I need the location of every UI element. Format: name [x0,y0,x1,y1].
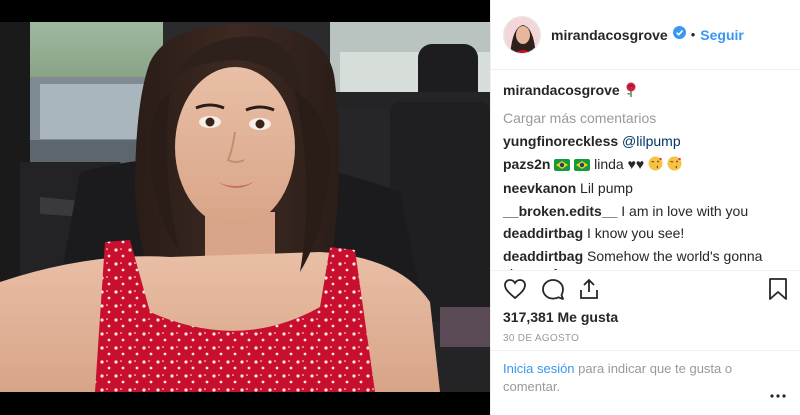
comment-username[interactable]: pazs2n [503,156,550,172]
comment-username[interactable]: deaddirtbag [503,248,583,264]
comment-item: yungfinoreckless @lilpump [503,132,789,150]
bookmark-icon[interactable] [767,277,789,306]
post-caption: mirandacosgrove [503,81,789,101]
avatar-image [504,16,540,53]
comment-text: linda ♥♥ [594,155,645,172]
action-bar [491,270,800,310]
comment-text[interactable]: @lilpump [622,133,681,149]
post-header: mirandacosgrove • Seguir [491,0,800,70]
comment-icon[interactable] [541,277,565,306]
share-icon[interactable] [577,277,601,306]
instagram-post: mirandacosgrove • Seguir mirandacosgrove [0,0,800,415]
post-details-panel: mirandacosgrove • Seguir mirandacosgrove [490,0,800,415]
comment-text: Lil pump [580,180,633,196]
brazil-flag-icon [554,157,571,175]
brazil-flag-icon [574,157,591,175]
kiss-face-icon [648,156,663,175]
rose-emoji-icon [624,82,638,101]
comment-username[interactable]: yungfinoreckless [503,133,618,149]
comment-username[interactable]: __broken.edits__ [503,203,617,219]
post-photo-frame [0,0,490,415]
header-username[interactable]: mirandacosgrove [551,27,668,43]
likes-count[interactable]: 317,381 Me gusta [503,309,618,325]
separator-dot: • [690,27,696,42]
more-options-icon[interactable] [770,385,786,403]
comment-item: neevkanon Lil pump [503,179,789,197]
avatar[interactable] [503,15,541,54]
comment-username[interactable]: neevkanon [503,180,576,196]
post-date: 30 DE AGOSTO [503,333,580,344]
heart-icon[interactable] [503,277,527,306]
selfie-illustration [0,22,490,392]
kiss-face-icon [667,156,682,175]
comment-text: I am in love with you [621,202,749,219]
caption-username[interactable]: mirandacosgrove [503,82,620,98]
login-link[interactable]: Inicia sesión [503,361,575,376]
load-more-comments[interactable]: Cargar más comentarios [503,109,789,127]
login-prompt: Inicia sesión para indicar que te gusta … [491,350,800,396]
verified-badge-icon [672,25,686,44]
comment-item: deaddirtbag Somehow the world's gonna ch… [503,247,789,272]
post-photo[interactable] [0,22,490,392]
comment-username[interactable]: deaddirtbag [503,225,583,241]
comment-item: deaddirtbag I know you see! [503,224,789,242]
comments-list[interactable]: mirandacosgrove Cargar más comentarios y… [491,71,800,271]
comment-text: I know you see! [587,225,685,241]
comment-item: pazs2n linda ♥♥ [503,155,789,175]
follow-button[interactable]: Seguir [700,27,744,43]
comment-item: __broken.edits__ I am in love with you [503,202,789,220]
